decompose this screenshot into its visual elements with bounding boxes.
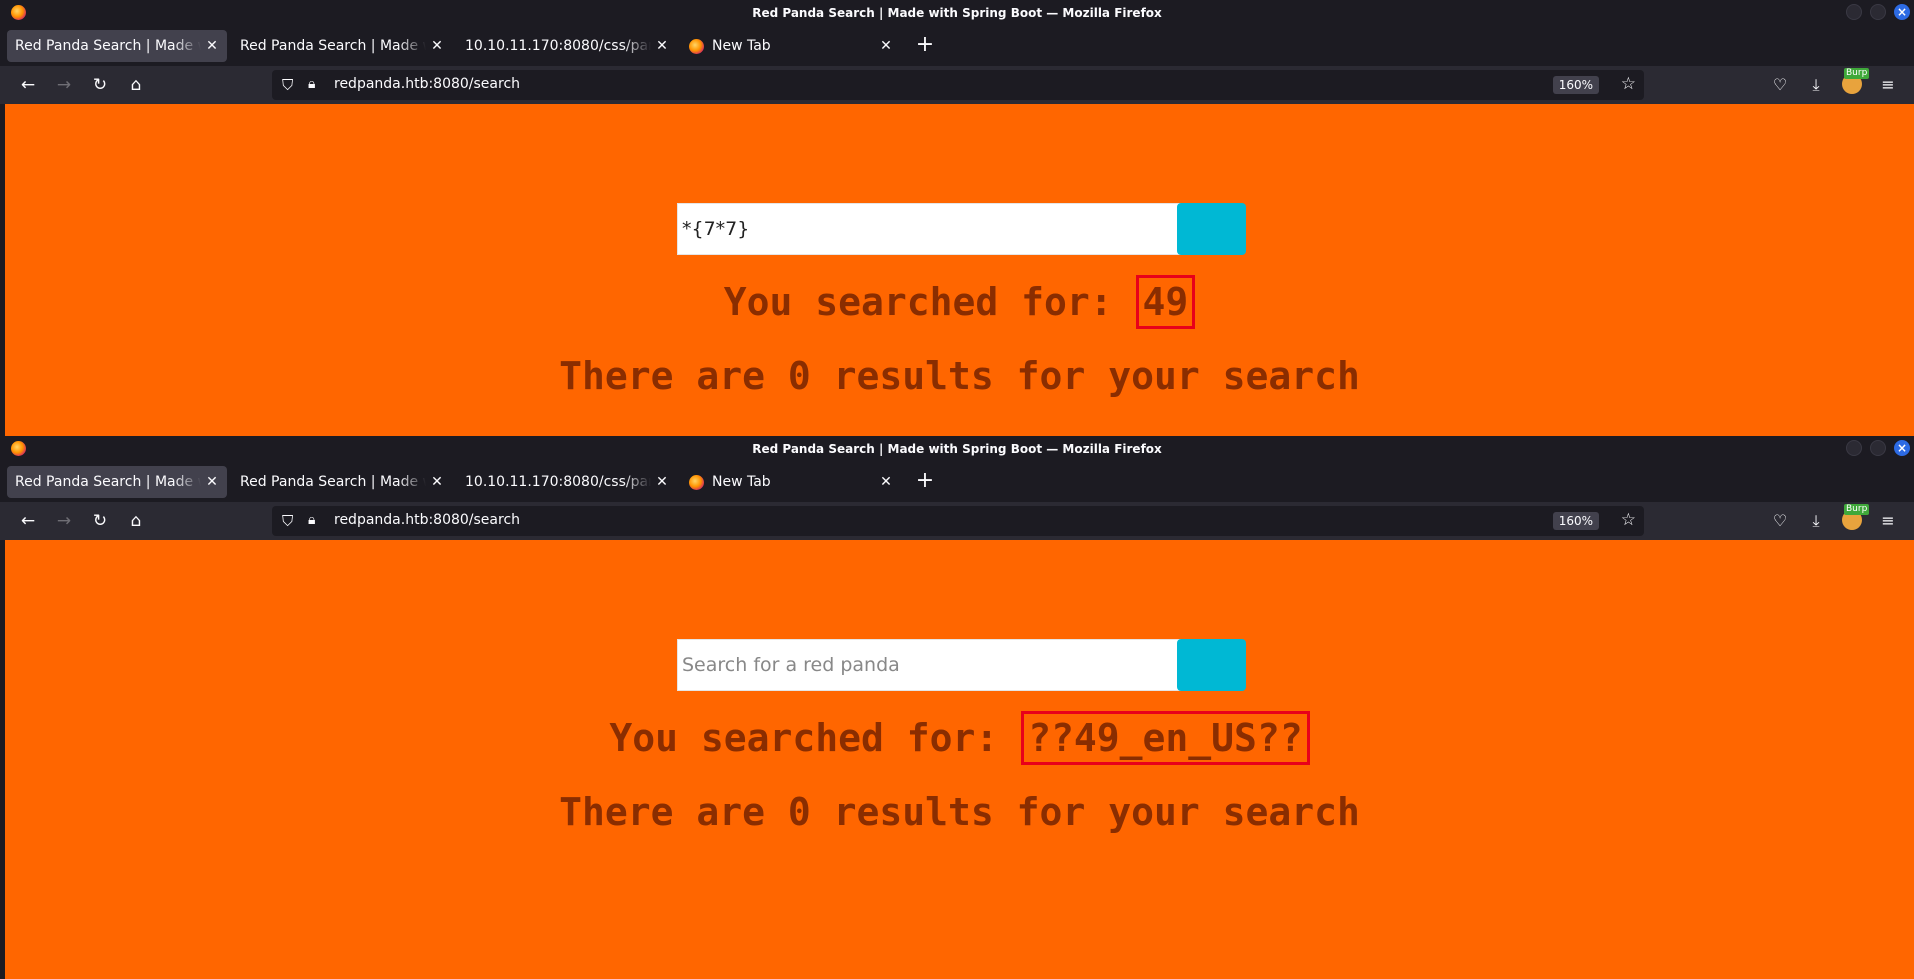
searched-for-heading: You searched for: ??49_en_US?? xyxy=(5,711,1914,765)
tab-label: New Tab xyxy=(712,474,771,490)
forward-arrow-icon[interactable]: → xyxy=(52,73,76,97)
url-bar[interactable]: ⛉ 🔒︎ redpanda.htb:8080/search 160% ☆ xyxy=(272,70,1644,100)
new-tab-button[interactable]: + xyxy=(913,34,937,58)
browser-window-top: Red Panda Search | Made with Spring Boot… xyxy=(0,0,1914,436)
new-tab-button[interactable]: + xyxy=(913,470,937,494)
navigation-toolbar: ← → ↻ ⌂ ⛉ 🔒︎ redpanda.htb:8080/search 16… xyxy=(0,66,1914,104)
title-bar: Red Panda Search | Made with Spring Boot… xyxy=(0,436,1914,462)
search-input[interactable]: *{7*7} xyxy=(677,203,1182,255)
lock-icon[interactable]: 🔒︎ xyxy=(308,76,315,92)
close-tab-icon[interactable]: ✕ xyxy=(205,474,219,490)
tab-label: New Tab xyxy=(712,38,771,54)
close-window-button[interactable]: × xyxy=(1894,440,1910,456)
lock-icon[interactable]: 🔒︎ xyxy=(308,512,315,528)
close-tab-icon[interactable]: ✕ xyxy=(879,38,893,54)
burp-label: Burp xyxy=(1844,68,1870,79)
maximize-button[interactable] xyxy=(1870,4,1886,20)
home-icon[interactable]: ⌂ xyxy=(124,73,148,97)
reload-icon[interactable]: ↻ xyxy=(88,509,112,533)
zoom-level-badge[interactable]: 160% xyxy=(1552,512,1599,530)
close-window-button[interactable]: × xyxy=(1894,4,1910,20)
bookmark-star-icon[interactable]: ☆ xyxy=(1621,510,1636,530)
page-content: *{7*7} You searched for: 49 There are 0 … xyxy=(5,104,1914,436)
navigation-toolbar: ← → ↻ ⌂ ⛉ 🔒︎ redpanda.htb:8080/search 16… xyxy=(0,502,1914,540)
searched-for-label: You searched for: xyxy=(609,716,1022,760)
browser-window-bottom: Red Panda Search | Made with Spring Boot… xyxy=(0,436,1914,979)
burp-extension-icon[interactable]: Burp xyxy=(1842,504,1870,530)
tab-label: Red Panda Search | Made with Spring Boot xyxy=(15,38,201,54)
tab-panda-css[interactable]: 10.10.11.170:8080/css/panda.css ✕ xyxy=(457,466,677,498)
close-tab-icon[interactable]: ✕ xyxy=(430,38,444,54)
hamburger-menu-icon[interactable]: ≡ xyxy=(1876,509,1900,533)
pocket-icon[interactable]: ♡ xyxy=(1768,509,1792,533)
searched-for-heading: You searched for: 49 xyxy=(5,275,1914,329)
tab-label: Red Panda Search | Made with Spring Boot xyxy=(240,38,426,54)
pocket-icon[interactable]: ♡ xyxy=(1768,73,1792,97)
zoom-level-badge[interactable]: 160% xyxy=(1552,76,1599,94)
burp-label: Burp xyxy=(1844,504,1870,515)
firefox-logo-icon xyxy=(11,5,26,20)
searched-value-highlight: ??49_en_US?? xyxy=(1021,711,1310,765)
search-button[interactable] xyxy=(1177,639,1246,691)
searched-for-label: You searched for: xyxy=(723,280,1136,324)
downloads-icon[interactable]: ⤓ xyxy=(1804,73,1828,97)
close-tab-icon[interactable]: ✕ xyxy=(430,474,444,490)
title-bar: Red Panda Search | Made with Spring Boot… xyxy=(0,0,1914,26)
hamburger-menu-icon[interactable]: ≡ xyxy=(1876,73,1900,97)
window-controls: × xyxy=(1846,440,1910,456)
close-tab-icon[interactable]: ✕ xyxy=(205,38,219,54)
tab-red-panda-search-1[interactable]: Red Panda Search | Made with Spring Boot… xyxy=(7,30,227,62)
close-tab-icon[interactable]: ✕ xyxy=(655,474,669,490)
url-text[interactable]: redpanda.htb:8080/search xyxy=(334,512,520,528)
maximize-button[interactable] xyxy=(1870,440,1886,456)
tab-label: Red Panda Search | Made with Spring Boot xyxy=(15,474,201,490)
results-heading: There are 0 results for your search xyxy=(559,790,1360,834)
tab-label: Red Panda Search | Made with Spring Boot xyxy=(240,474,426,490)
tab-bar: Red Panda Search | Made with Spring Boot… xyxy=(0,26,1914,66)
close-tab-icon[interactable]: ✕ xyxy=(879,474,893,490)
close-tab-icon[interactable]: ✕ xyxy=(655,38,669,54)
shield-icon[interactable]: ⛉ xyxy=(282,512,293,530)
tab-red-panda-search-1[interactable]: Red Panda Search | Made with Spring Boot… xyxy=(7,466,227,498)
back-arrow-icon[interactable]: ← xyxy=(16,73,40,97)
shield-icon[interactable]: ⛉ xyxy=(282,76,293,94)
searched-value-highlight: 49 xyxy=(1135,275,1196,329)
tab-label: 10.10.11.170:8080/css/panda.css xyxy=(465,38,651,54)
firefox-favicon-icon xyxy=(689,38,704,54)
window-title: Red Panda Search | Made with Spring Boot… xyxy=(752,442,1162,456)
tab-red-panda-search-2[interactable]: Red Panda Search | Made with Spring Boot… xyxy=(232,30,452,62)
forward-arrow-icon[interactable]: → xyxy=(52,509,76,533)
minimize-button[interactable] xyxy=(1846,440,1862,456)
tab-bar: Red Panda Search | Made with Spring Boot… xyxy=(0,462,1914,502)
url-text[interactable]: redpanda.htb:8080/search xyxy=(334,76,520,92)
firefox-favicon-icon xyxy=(689,474,704,490)
url-bar[interactable]: ⛉ 🔒︎ redpanda.htb:8080/search 160% ☆ xyxy=(272,506,1644,536)
tab-new-tab[interactable]: New Tab ✕ xyxy=(681,466,901,498)
downloads-icon[interactable]: ⤓ xyxy=(1804,509,1828,533)
back-arrow-icon[interactable]: ← xyxy=(16,509,40,533)
window-controls: × xyxy=(1846,4,1910,20)
tab-label: 10.10.11.170:8080/css/panda.css xyxy=(465,474,651,490)
bookmark-star-icon[interactable]: ☆ xyxy=(1621,74,1636,94)
reload-icon[interactable]: ↻ xyxy=(88,73,112,97)
minimize-button[interactable] xyxy=(1846,4,1862,20)
tab-panda-css[interactable]: 10.10.11.170:8080/css/panda.css ✕ xyxy=(457,30,677,62)
tab-new-tab[interactable]: New Tab ✕ xyxy=(681,30,901,62)
firefox-logo-icon xyxy=(11,441,26,456)
search-input[interactable]: Search for a red panda xyxy=(677,639,1182,691)
tab-red-panda-search-2[interactable]: Red Panda Search | Made with Spring Boot… xyxy=(232,466,452,498)
page-content: Search for a red panda You searched for:… xyxy=(5,540,1914,979)
search-button[interactable] xyxy=(1177,203,1246,255)
home-icon[interactable]: ⌂ xyxy=(124,509,148,533)
results-heading: There are 0 results for your search xyxy=(559,354,1360,398)
window-title: Red Panda Search | Made with Spring Boot… xyxy=(752,6,1162,20)
burp-extension-icon[interactable]: Burp xyxy=(1842,68,1870,94)
